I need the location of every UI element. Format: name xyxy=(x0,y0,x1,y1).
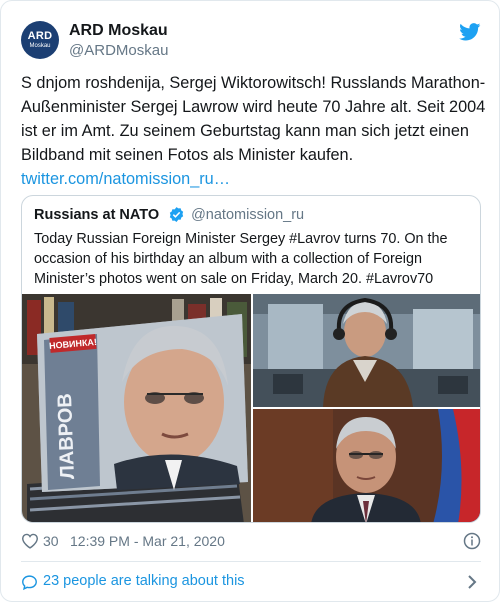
tweet-link[interactable]: twitter.com/natomission_ru… xyxy=(21,170,230,188)
quoted-tweet-header: Russians at NATO @natomission_ru xyxy=(34,206,304,226)
author-handle[interactable]: @ARDMoskau xyxy=(69,42,168,59)
tweet-header: ARD Moskau ARD Moskau @ARDMoskau xyxy=(21,21,481,61)
avatar-logo-text: ARD xyxy=(27,30,53,42)
photo-cockpit[interactable] xyxy=(253,294,480,407)
conversation-label: 23 people are talking about this xyxy=(43,573,245,589)
tweet-card: ARD Moskau ARD Moskau @ARDMoskau S dnjom… xyxy=(0,0,500,602)
quoted-tweet-media: НОВИНКА! ЛАВРОВ xyxy=(22,294,480,522)
tweet-footer: 30 12:39 PM - Mar 21, 2020 xyxy=(21,531,481,551)
photo-portrait-flag[interactable] xyxy=(253,409,480,522)
book-title-text: ЛАВРОВ xyxy=(54,393,79,480)
heart-icon[interactable] xyxy=(21,533,39,549)
like-count[interactable]: 30 xyxy=(43,533,59,549)
info-icon[interactable] xyxy=(463,532,481,550)
quoted-author-handle: @natomission_ru xyxy=(191,206,305,223)
avatar[interactable]: ARD Moskau xyxy=(21,21,59,59)
chevron-right-icon xyxy=(468,575,477,589)
author-name[interactable]: ARD Moskau xyxy=(69,22,168,40)
quoted-tweet[interactable]: Russians at NATO @natomission_ru Today R… xyxy=(21,195,481,523)
quoted-author-name: Russians at NATO xyxy=(34,206,160,223)
conversation-link[interactable]: 23 people are talking about this xyxy=(21,571,481,593)
speech-bubble-icon xyxy=(22,575,37,591)
photo-book-cover[interactable]: НОВИНКА! ЛАВРОВ xyxy=(22,294,251,522)
tweet-body: S dnjom roshdenija, Sergej Wiktorowitsch… xyxy=(21,71,487,191)
verified-badge-icon xyxy=(169,207,183,223)
twitter-bird-icon[interactable] xyxy=(459,23,481,41)
quoted-tweet-text: Today Russian Foreign Minister Sergey #L… xyxy=(34,231,448,287)
tweet-text: S dnjom roshdenija, Sergej Wiktorowitsch… xyxy=(21,74,486,164)
divider xyxy=(21,561,481,562)
avatar-logo-subtext: Moskau xyxy=(29,43,51,49)
tweet-timestamp[interactable]: 12:39 PM - Mar 21, 2020 xyxy=(70,533,225,549)
